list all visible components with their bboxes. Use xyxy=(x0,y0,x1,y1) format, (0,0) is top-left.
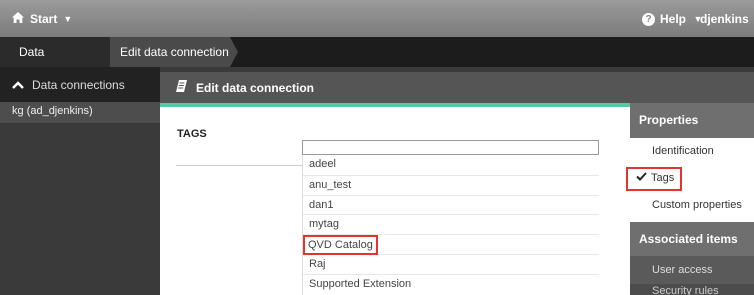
associated-user-access[interactable]: User access xyxy=(630,256,754,284)
dropdown-option-highlighted[interactable]: QVD Catalog xyxy=(303,234,599,256)
page-title: Edit data connection xyxy=(196,80,315,95)
start-button[interactable]: Start ▼ xyxy=(12,12,72,26)
edit-icon xyxy=(176,80,187,95)
help-button[interactable]: ? Help ▼ xyxy=(642,12,702,26)
associated-items-header: Associated items xyxy=(630,222,754,256)
tags-section-label: TAGS xyxy=(177,128,207,140)
dropdown-option[interactable]: Supported Extension xyxy=(303,273,599,294)
home-icon xyxy=(12,12,24,26)
edit-header: Edit data connection xyxy=(160,72,754,103)
breadcrumb-data-connections[interactable]: Data connections xyxy=(0,37,110,89)
property-identification[interactable]: Identification xyxy=(630,138,754,165)
tag-search-input[interactable] xyxy=(302,140,599,155)
chevron-up-icon xyxy=(12,78,24,92)
right-panel: Properties Identification Tags Custom pr… xyxy=(626,103,754,295)
associated-security-rules[interactable]: Security rules xyxy=(630,284,754,295)
dropdown-option[interactable]: dan1 xyxy=(303,194,599,215)
user-name[interactable]: djenkins xyxy=(700,12,749,26)
divider xyxy=(176,165,304,166)
property-tags-label: Tags xyxy=(651,172,675,184)
left-panel: Data connections kg (ad_djenkins) xyxy=(0,67,160,295)
property-tags[interactable]: Tags xyxy=(626,165,754,192)
dropdown-option[interactable]: Raj xyxy=(303,253,599,274)
breadcrumb-edit-data-connection[interactable]: Edit data connection xyxy=(110,37,230,67)
dropdown-option[interactable]: adeel xyxy=(303,155,599,175)
breadcrumb: Data connections Edit data connection xyxy=(0,37,754,89)
main-content: TAGS adeel anu_test dan1 mytag QVD Catal… xyxy=(160,107,630,295)
left-panel-title: Data connections xyxy=(32,77,125,92)
caret-down-icon: ▼ xyxy=(63,14,73,24)
breadcrumb-separator xyxy=(230,37,238,67)
highlight-box: QVD Catalog xyxy=(303,235,378,256)
left-panel-header[interactable]: Data connections xyxy=(0,67,160,102)
dropdown-option[interactable]: mytag xyxy=(303,214,599,234)
top-bar: Start ▼ ? Help ▼ djenkins xyxy=(0,0,754,37)
checkmark-icon xyxy=(636,165,647,192)
tag-dropdown-list: adeel anu_test dan1 mytag QVD Catalog Ra… xyxy=(302,155,599,295)
help-label: Help xyxy=(660,12,687,26)
list-item-connection[interactable]: kg (ad_djenkins) xyxy=(0,102,160,123)
help-icon: ? xyxy=(642,12,655,26)
start-label: Start xyxy=(30,12,58,26)
properties-header: Properties xyxy=(630,103,754,138)
dropdown-option[interactable]: anu_test xyxy=(303,174,599,195)
property-custom-properties[interactable]: Custom properties xyxy=(630,192,754,219)
